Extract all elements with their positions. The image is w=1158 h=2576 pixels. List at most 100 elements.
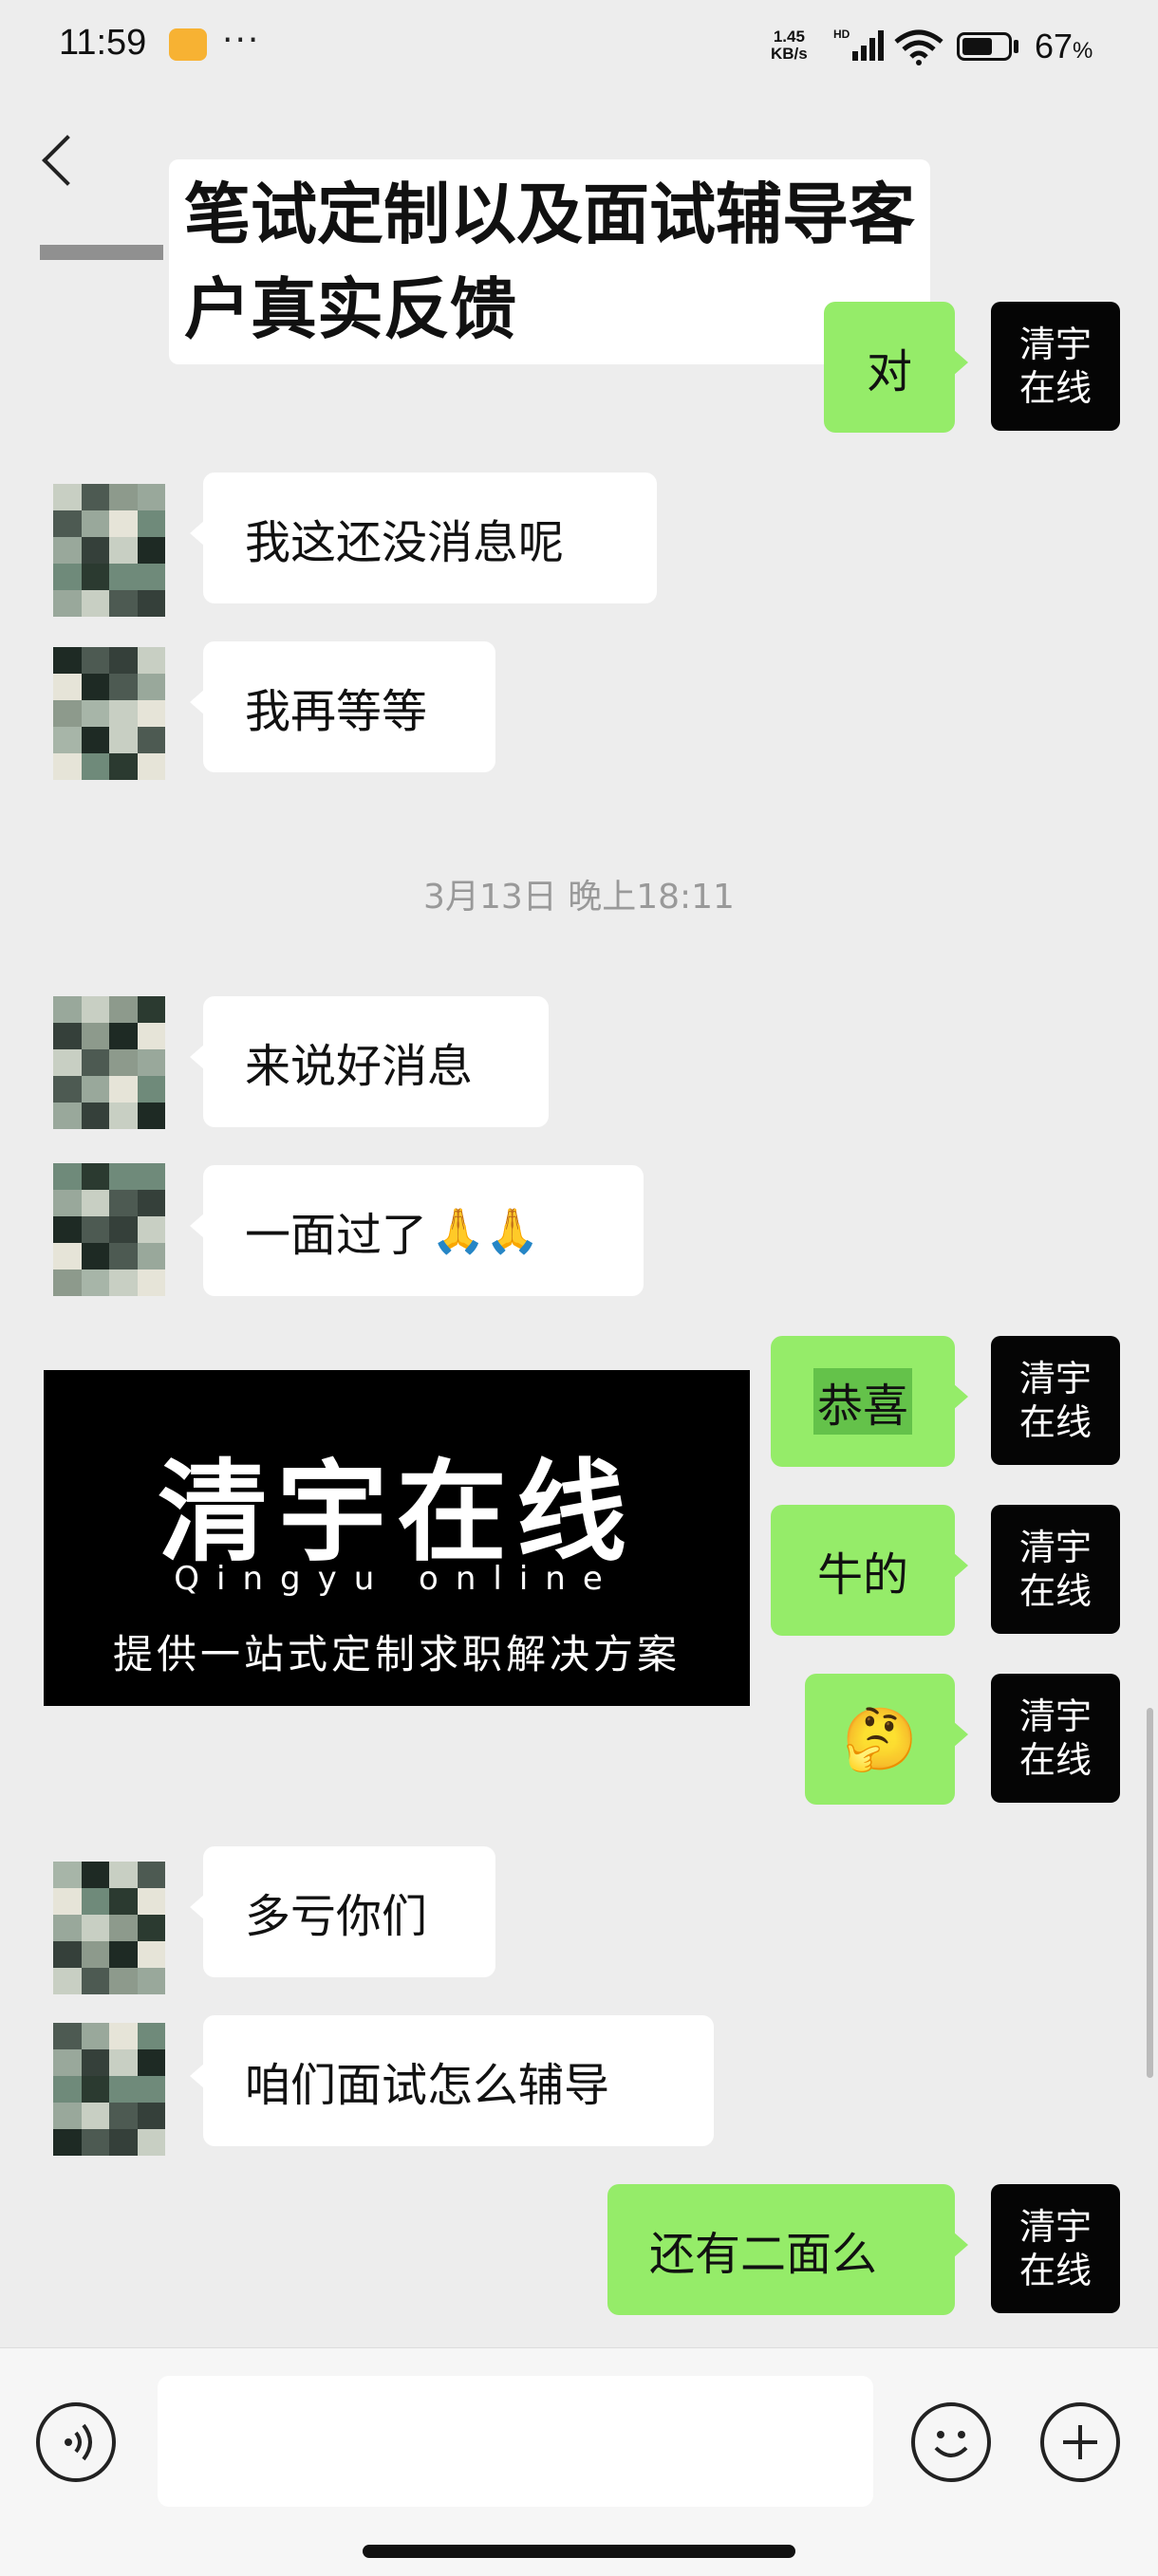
- message-text: 咱们面试怎么辅导: [245, 2059, 610, 2112]
- avatar-mosaic-cell: [137, 1103, 165, 1129]
- avatar-text-line2: 在线: [1018, 1739, 1092, 1781]
- net-speed-value: 1.45: [773, 28, 805, 46]
- message-input[interactable]: [158, 2376, 873, 2507]
- message-bubble-sent[interactable]: 还有二面么: [607, 2184, 968, 2315]
- avatar-text-line2: 在线: [1018, 1570, 1092, 1612]
- avatar-mosaic-cell: [53, 996, 82, 1023]
- avatar-mosaic-cell: [137, 1023, 165, 1049]
- avatar-mosaic-cell: [81, 1049, 109, 1076]
- avatar-mosaic-cell: [109, 1103, 138, 1129]
- avatar-mosaic-cell: [109, 2129, 138, 2156]
- emoji-button[interactable]: [911, 2402, 991, 2482]
- my-avatar[interactable]: 清宇 在线: [991, 1674, 1120, 1803]
- avatar-mosaic-cell: [53, 647, 82, 674]
- avatar-mosaic-cell: [109, 590, 138, 617]
- message-text: 牛的: [816, 1548, 908, 1602]
- avatar-mosaic-cell: [81, 1888, 109, 1915]
- message-bubble-received[interactable]: 来说好消息: [190, 996, 549, 1127]
- message-text: 来说好消息: [245, 1040, 474, 1093]
- battery-fill: [962, 38, 992, 55]
- contact-avatar[interactable]: [53, 2023, 165, 2156]
- avatar-mosaic-cell: [53, 590, 82, 617]
- message-bubble-received[interactable]: 一面过了 🙏🙏: [190, 1165, 644, 1296]
- avatar-mosaic-cell: [81, 1103, 109, 1129]
- avatar-mosaic-cell: [53, 2076, 82, 2103]
- avatar-mosaic-cell: [53, 1269, 82, 1296]
- voice-input-button[interactable]: [36, 2402, 116, 2482]
- back-icon[interactable]: [42, 135, 93, 186]
- avatar-mosaic-cell: [137, 1941, 165, 1968]
- net-speed-unit: KB/s: [771, 45, 808, 63]
- signal-icon: HD: [831, 27, 885, 68]
- my-avatar[interactable]: 清宇 在线: [991, 302, 1120, 431]
- avatar-mosaic-cell: [81, 2023, 109, 2049]
- avatar-mosaic-cell: [81, 2103, 109, 2129]
- avatar-mosaic-cell: [109, 753, 138, 780]
- notification-app-icon: [169, 28, 207, 61]
- watermark-banner: 清宇在线 Qingyu online 提供一站式定制求职解决方案: [44, 1370, 750, 1706]
- chat-timestamp: 3月13日 晚上18:11: [423, 878, 735, 917]
- avatar-mosaic-cell: [137, 996, 165, 1023]
- smiley-icon: [934, 2431, 968, 2457]
- avatar-mosaic-cell: [109, 484, 138, 510]
- avatar-mosaic-cell: [53, 2023, 82, 2049]
- battery-percent: 67%: [1035, 27, 1093, 65]
- more-options-button[interactable]: [1040, 2402, 1120, 2482]
- avatar-mosaic-cell: [137, 2049, 165, 2076]
- message-bubble-sent[interactable]: 恭喜: [771, 1336, 968, 1467]
- avatar-mosaic-cell: [137, 674, 165, 700]
- avatar-mosaic-cell: [81, 1163, 109, 1190]
- avatar-mosaic-cell: [109, 996, 138, 1023]
- avatar-mosaic-cell: [137, 1163, 165, 1190]
- message-bubble-sent[interactable]: 对: [824, 302, 968, 433]
- avatar-mosaic-cell: [81, 1862, 109, 1888]
- avatar-mosaic-cell: [109, 2103, 138, 2129]
- message-bubble-sent[interactable]: 🤔: [805, 1674, 968, 1805]
- message-text: 对: [866, 345, 912, 398]
- my-avatar[interactable]: 清宇 在线: [991, 2184, 1120, 2313]
- avatar-mosaic-cell: [137, 2129, 165, 2156]
- my-avatar[interactable]: 清宇 在线: [991, 1505, 1120, 1634]
- home-indicator[interactable]: [363, 2545, 795, 2558]
- avatar-mosaic-cell: [109, 1049, 138, 1076]
- message-bubble-received[interactable]: 多亏你们: [190, 1846, 495, 1977]
- wifi-icon: [892, 28, 945, 70]
- avatar-mosaic-cell: [53, 1968, 82, 1994]
- avatar-mosaic-cell: [81, 1190, 109, 1216]
- avatar-mosaic-cell: [137, 753, 165, 780]
- avatar-mosaic-cell: [53, 1243, 82, 1269]
- avatar-mosaic-cell: [81, 1216, 109, 1243]
- avatar-mosaic-cell: [81, 753, 109, 780]
- avatar-mosaic-cell: [137, 1190, 165, 1216]
- scrollbar[interactable]: [1147, 1708, 1153, 2078]
- battery-percent-value: 67: [1035, 27, 1074, 65]
- my-avatar[interactable]: 清宇 在线: [991, 1336, 1120, 1465]
- contact-avatar[interactable]: [53, 1163, 165, 1296]
- contact-avatar[interactable]: [53, 484, 165, 617]
- avatar-mosaic-cell: [53, 564, 82, 590]
- message-bubble-received[interactable]: 我再等等: [190, 641, 495, 772]
- contact-avatar[interactable]: [53, 996, 165, 1129]
- avatar-mosaic-cell: [137, 484, 165, 510]
- avatar-mosaic-cell: [53, 1049, 82, 1076]
- avatar-text-line1: 清宇: [1018, 1696, 1092, 1737]
- message-text: 我再等等: [245, 685, 428, 738]
- message-bubble-received[interactable]: 咱们面试怎么辅导: [190, 2015, 714, 2146]
- avatar-mosaic-cell: [137, 727, 165, 753]
- avatar-mosaic-cell: [81, 647, 109, 674]
- avatar-text-line1: 清宇: [1018, 1527, 1092, 1568]
- avatar-mosaic-cell: [81, 484, 109, 510]
- battery-cap: [1014, 40, 1018, 53]
- contact-avatar[interactable]: [53, 647, 165, 780]
- message-bubble-received[interactable]: 我这还没消息呢: [190, 473, 657, 603]
- avatar-mosaic-cell: [109, 1243, 138, 1269]
- thinking-emoji-icon: 🤔: [842, 1704, 918, 1775]
- contact-avatar[interactable]: [53, 1862, 165, 1994]
- message-bubble-sent[interactable]: 牛的: [771, 1505, 968, 1636]
- avatar-mosaic-cell: [137, 647, 165, 674]
- avatar-mosaic-cell: [109, 1941, 138, 1968]
- avatar-mosaic-cell: [53, 537, 82, 564]
- avatar-mosaic-cell: [53, 510, 82, 537]
- avatar-text-line1: 清宇: [1018, 1358, 1092, 1399]
- message-text: 一面过了: [245, 1209, 428, 1262]
